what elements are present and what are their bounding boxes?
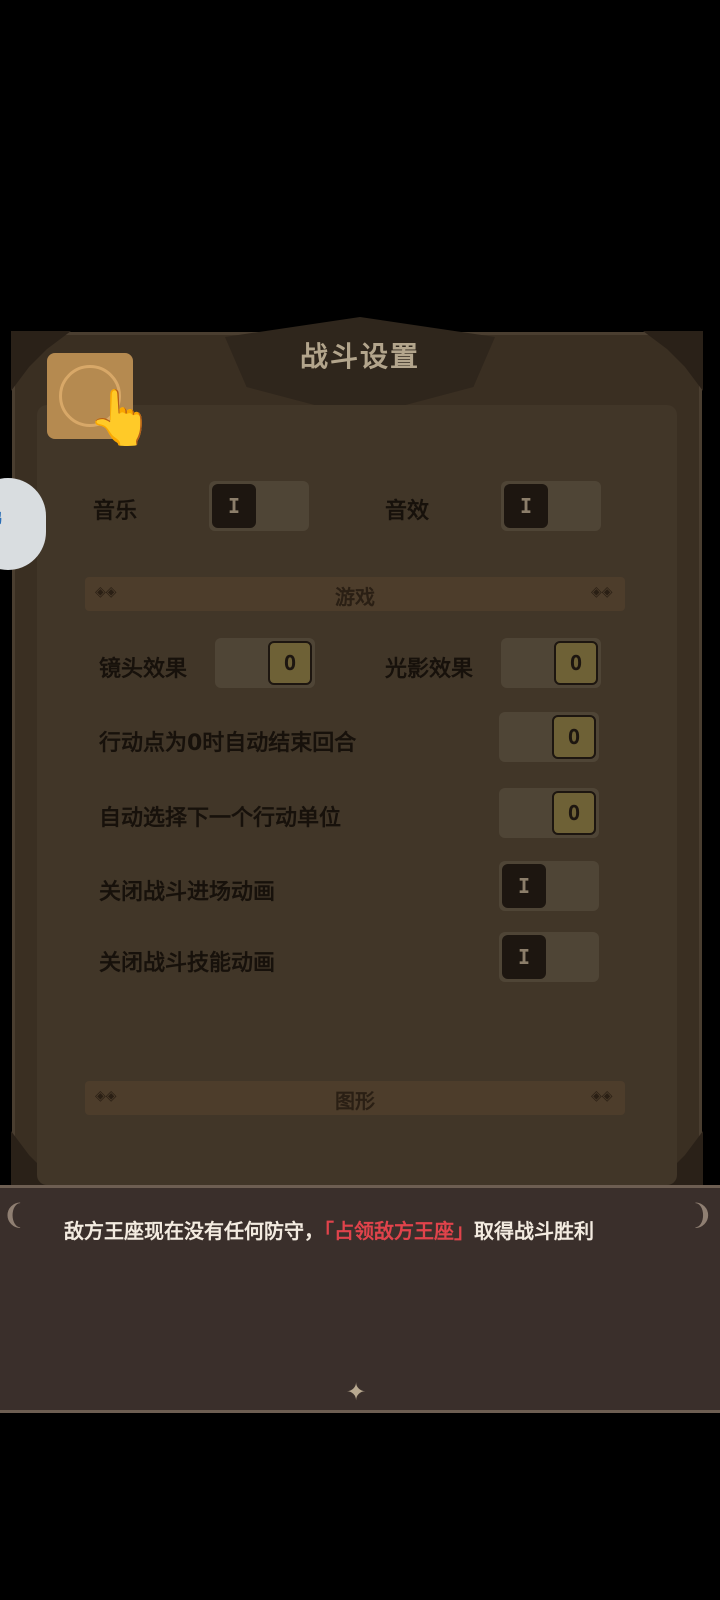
section-title: 游戏 [335,585,375,609]
setting-label: 光影效果 [385,657,474,682]
toggle-knob: O [552,791,596,835]
dialog-text: 敌方王座现在没有任何防守，「占领敌方王座」取得战斗胜利 [64,1216,664,1246]
lighting-effect-toggle[interactable]: O [501,638,601,688]
toggle-knob: I [502,935,546,979]
auto-select-unit-toggle[interactable]: O [499,788,599,838]
battle-settings-panel: 战斗设置 音乐 I 音效 I ◈◈ 游戏 ◈◈ 镜头效果 O 光影效果 O 行动… [11,317,703,1190]
setting-label: 行动点为0时自动结束回合 [99,731,357,756]
setting-label: 镜头效果 [99,657,188,682]
setting-label: 关闭战斗技能动画 [99,951,276,976]
music-label: 音乐 [93,499,138,524]
section-header-graphics: ◈◈ 图形 ◈◈ [85,1081,625,1115]
tap-hand-icon: 👆 [87,386,155,449]
section-title: 图形 [335,1089,375,1113]
setting-label: 关闭战斗进场动画 [99,880,276,905]
dialog-ornament-icon: ❨ [2,1198,26,1231]
toggle-knob: I [502,864,546,908]
toggle-knob: I [212,484,256,528]
setting-label: 自动选择下一个行动单位 [99,806,342,831]
toggle-knob: I [504,484,548,528]
next-arrow-icon: ✦ [345,1378,367,1406]
sfx-toggle[interactable]: I [501,481,601,531]
tutorial-dialog[interactable]: ❨ ❩ 敌方王座现在没有任何防守，「占领敌方王座」取得战斗胜利 ✦ [0,1185,720,1413]
dialog-ornament-icon: ❩ [690,1198,714,1231]
dialog-text-part: 取得战斗胜利 [474,1219,594,1243]
title-plate: 战斗设置 [225,317,495,417]
dialog-text-part: 敌方王座现在没有任何防守， [64,1219,324,1243]
auto-end-turn-toggle[interactable]: O [499,712,599,762]
music-toggle[interactable]: I [209,481,309,531]
ornament-icon: ◈◈ [591,1088,613,1104]
disable-skill-animation-toggle[interactable]: I [499,932,599,982]
disable-entry-animation-toggle[interactable]: I [499,861,599,911]
section-header-game: ◈◈ 游戏 ◈◈ [85,577,625,611]
dialog-highlight: 「占领敌方王座」 [324,1219,474,1243]
toggle-knob: O [554,641,598,685]
toggle-knob: O [268,641,312,685]
panel-title: 战斗设置 [299,340,420,373]
corner-ornament [643,331,703,391]
camera-effect-toggle[interactable]: O [215,638,315,688]
sfx-label: 音效 [385,499,430,524]
badge-logo: 鹏 [0,508,2,528]
ornament-icon: ◈◈ [591,584,613,600]
toggle-knob: O [552,715,596,759]
